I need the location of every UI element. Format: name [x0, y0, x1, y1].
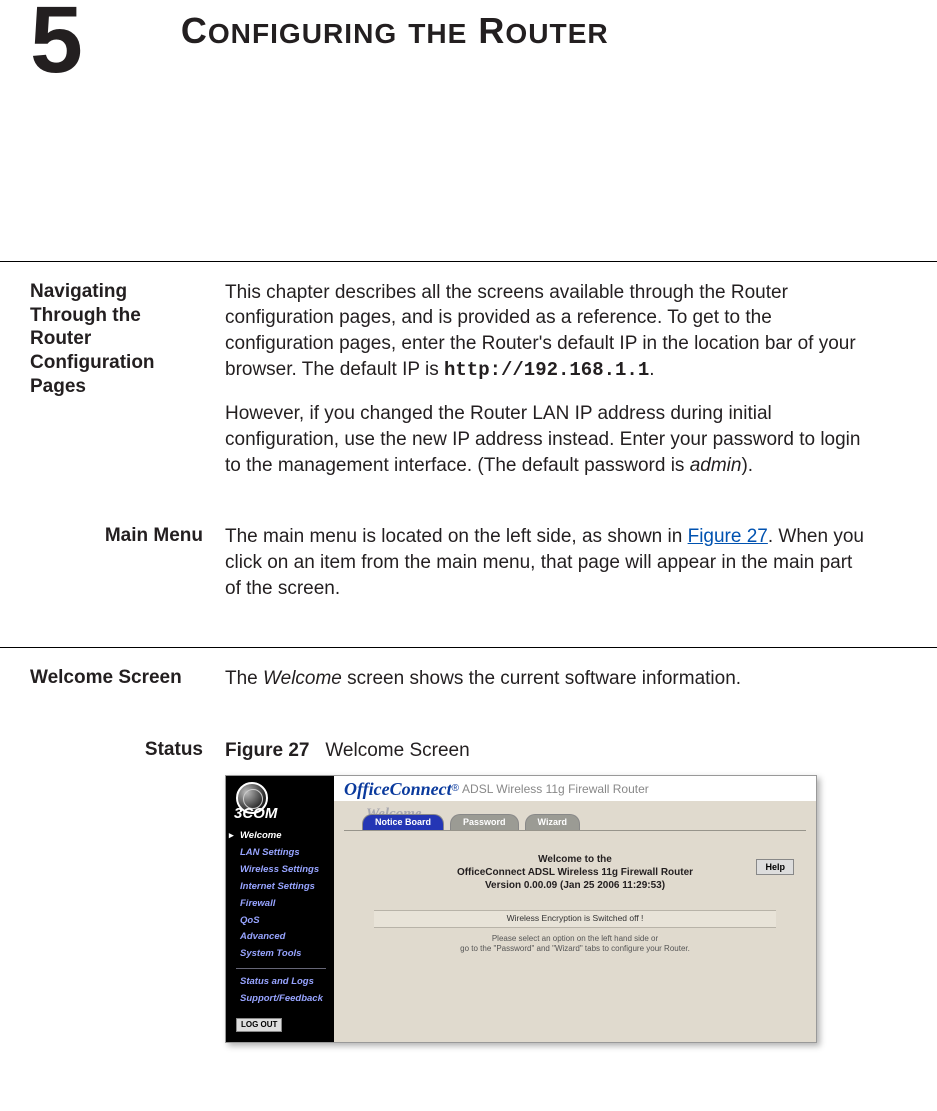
sidebar-nav: Welcome LAN Settings Wireless Settings I…: [226, 826, 334, 1042]
help-button[interactable]: Help: [756, 859, 794, 875]
sidebar-item-welcome[interactable]: Welcome: [226, 828, 334, 845]
chapter-number: 5: [30, 0, 81, 81]
brand-logo-3com: 3COM: [226, 776, 334, 826]
chapter-title: CONFIGURING THE ROUTER: [81, 0, 609, 52]
tab-password[interactable]: Password: [450, 814, 519, 829]
section-heading-navigating: Navigating Through the Router Configurat…: [30, 280, 225, 496]
sidebar-item-support-feedback[interactable]: Support/Feedback: [226, 991, 334, 1008]
tab-wizard[interactable]: Wizard: [525, 814, 580, 829]
sidebar-item-firewall[interactable]: Firewall: [226, 896, 334, 913]
sidebar-item-status-logs[interactable]: Status and Logs: [226, 974, 334, 991]
paragraph: The Welcome screen shows the current sof…: [225, 666, 867, 692]
paragraph: This chapter describes all the screens a…: [225, 280, 867, 384]
section-heading-main-menu: Main Menu: [30, 524, 225, 619]
tab-notice-board[interactable]: Notice Board: [362, 814, 444, 829]
sidebar-item-system-tools[interactable]: System Tools: [226, 946, 334, 963]
section-heading-status: Status: [30, 738, 225, 1044]
section-heading-welcome-screen: Welcome Screen: [30, 666, 225, 710]
sidebar-item-advanced[interactable]: Advanced: [226, 929, 334, 946]
paragraph: However, if you changed the Router LAN I…: [225, 401, 867, 478]
logout-button[interactable]: LOG OUT: [236, 1018, 282, 1033]
figure-caption: Figure 27 Welcome Screen: [225, 738, 867, 764]
default-password: admin: [690, 455, 742, 476]
sidebar-item-internet-settings[interactable]: Internet Settings: [226, 879, 334, 896]
sidebar-item-lan-settings[interactable]: LAN Settings: [226, 845, 334, 862]
sidebar-item-wireless-settings[interactable]: Wireless Settings: [226, 862, 334, 879]
paragraph: The main menu is located on the left sid…: [225, 524, 867, 601]
figure-link[interactable]: Figure 27: [688, 526, 768, 547]
welcome-message: Welcome to the OfficeConnect ADSL Wirele…: [344, 831, 806, 893]
sidebar-item-qos[interactable]: QoS: [226, 913, 334, 930]
default-ip: http://192.168.1.1: [444, 359, 649, 381]
brand-line: OfficeConnect®ADSL Wireless 11g Firewall…: [344, 776, 816, 801]
figure-screenshot: 3COM OfficeConnect®ADSL Wireless 11g Fir…: [225, 775, 817, 1043]
warning-bar: Wireless Encryption is Switched off !: [374, 910, 776, 927]
hint-text: Please select an option on the left hand…: [344, 928, 806, 955]
